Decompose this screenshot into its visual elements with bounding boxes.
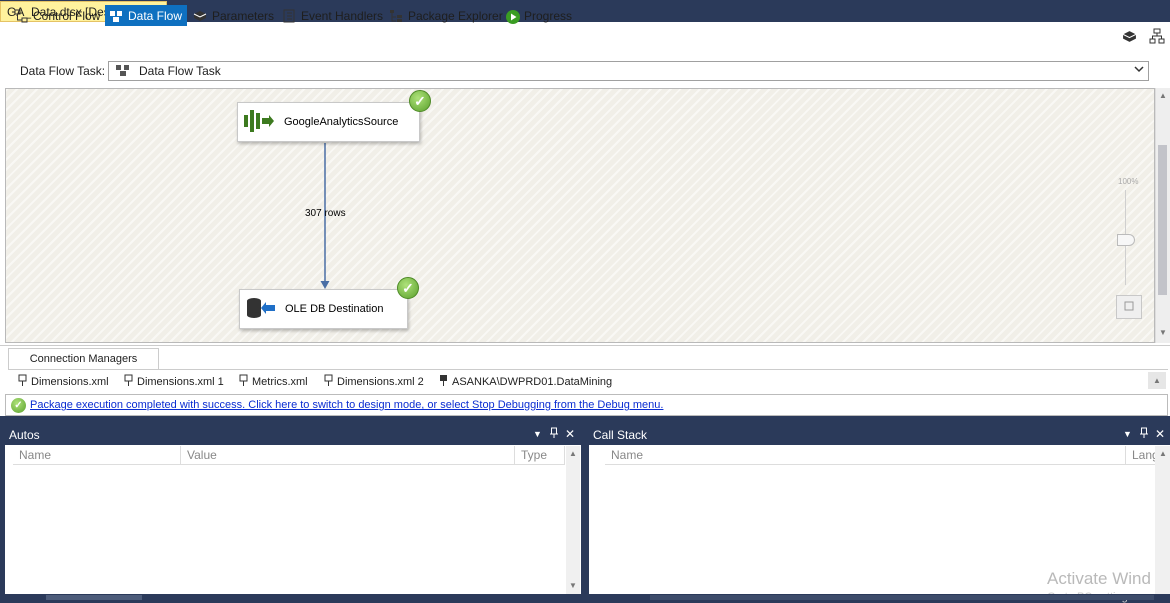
success-check-icon: ✓ [397,277,419,299]
call-stack-vertical-scrollbar[interactable]: ▲ [1155,446,1170,594]
close-icon[interactable]: ✕ [1155,427,1165,441]
call-stack-horizontal-scroll-thumb[interactable] [650,595,1154,600]
connection-manager-label: Dimensions.xml [31,376,109,388]
scroll-up-icon[interactable]: ▲ [1148,372,1166,389]
call-stack-pane-header: Call Stack ▼ ✕ [589,425,1170,445]
success-check-icon: ✓ [409,90,431,112]
pane-menu-icon[interactable]: ▼ [533,429,542,439]
autos-column-name[interactable]: Name [13,446,181,465]
execution-status-bar: ✓ Package execution completed with succe… [5,394,1168,416]
autos-vertical-scrollbar[interactable]: ▲ ▼ [566,446,580,594]
call-stack-column-language[interactable]: Lang [1126,446,1156,465]
data-source-icon [242,107,274,138]
pane-menu-icon[interactable]: ▼ [1123,429,1132,439]
path-row-count-label: 307 rows [305,208,346,219]
connection-manager-label: Dimensions.xml 1 [137,376,224,388]
connection-manager-item[interactable]: Metrics.xml [239,374,308,390]
connection-manager-item[interactable]: Dimensions.xml 1 [124,374,224,390]
zoom-to-fit-button[interactable] [1116,295,1142,319]
connection-manager-label: ASANKA\DWPRD01.DataMining [452,376,613,388]
ole-db-destination-node[interactable]: OLE DB Destination [239,289,408,329]
tab-connection-managers[interactable]: Connection Managers [8,348,159,369]
windows-activation-watermark: Activate Wind [1047,569,1151,588]
autos-pane-body[interactable] [5,445,581,594]
connection-manager-item[interactable]: Dimensions.xml 2 [324,374,424,390]
connection-manager-item[interactable]: ASANKA\DWPRD01.DataMining [439,374,612,390]
autos-column-type[interactable]: Type [515,446,565,465]
connection-plug-icon [124,374,133,390]
autos-pane-header: Autos ▼ ✕ [5,425,581,445]
zoom-level-label: 100% [1118,177,1139,186]
scroll-down-icon[interactable]: ▼ [569,581,577,590]
connection-manager-label: Dimensions.xml 2 [337,376,424,388]
source-node-label: GoogleAnalyticsSource [284,116,399,128]
close-icon[interactable]: ✕ [565,427,575,441]
autos-column-value[interactable]: Value [181,446,515,465]
pin-icon[interactable] [549,427,559,442]
scroll-up-icon[interactable]: ▲ [569,449,577,458]
call-stack-pane-title: Call Stack [593,428,648,442]
fit-to-window-icon [1123,300,1135,315]
destination-node-label: OLE DB Destination [285,303,384,315]
connection-plug-icon [439,374,448,390]
scroll-up-icon[interactable]: ▲ [1159,449,1167,458]
connection-managers-area [0,345,1170,369]
connection-manager-item[interactable]: Dimensions.xml [18,374,109,390]
connection-managers-tab-label: Connection Managers [29,353,138,365]
connection-plug-icon [18,374,27,390]
zoom-slider-handle[interactable] [1117,234,1135,246]
call-stack-column-name[interactable]: Name [605,446,1126,465]
autos-horizontal-scroll-thumb[interactable] [46,595,142,600]
connection-plug-icon [239,374,248,390]
autos-pane-title: Autos [9,428,40,442]
success-check-icon: ✓ [11,397,26,413]
database-destination-icon [245,296,275,323]
switch-to-design-mode-link[interactable]: Package execution completed with success… [30,399,663,411]
connection-manager-label: Metrics.xml [252,376,308,388]
google-analytics-source-node[interactable]: GoogleAnalyticsSource [237,102,420,142]
pin-icon[interactable] [1139,427,1149,442]
connection-plug-icon [324,374,333,390]
